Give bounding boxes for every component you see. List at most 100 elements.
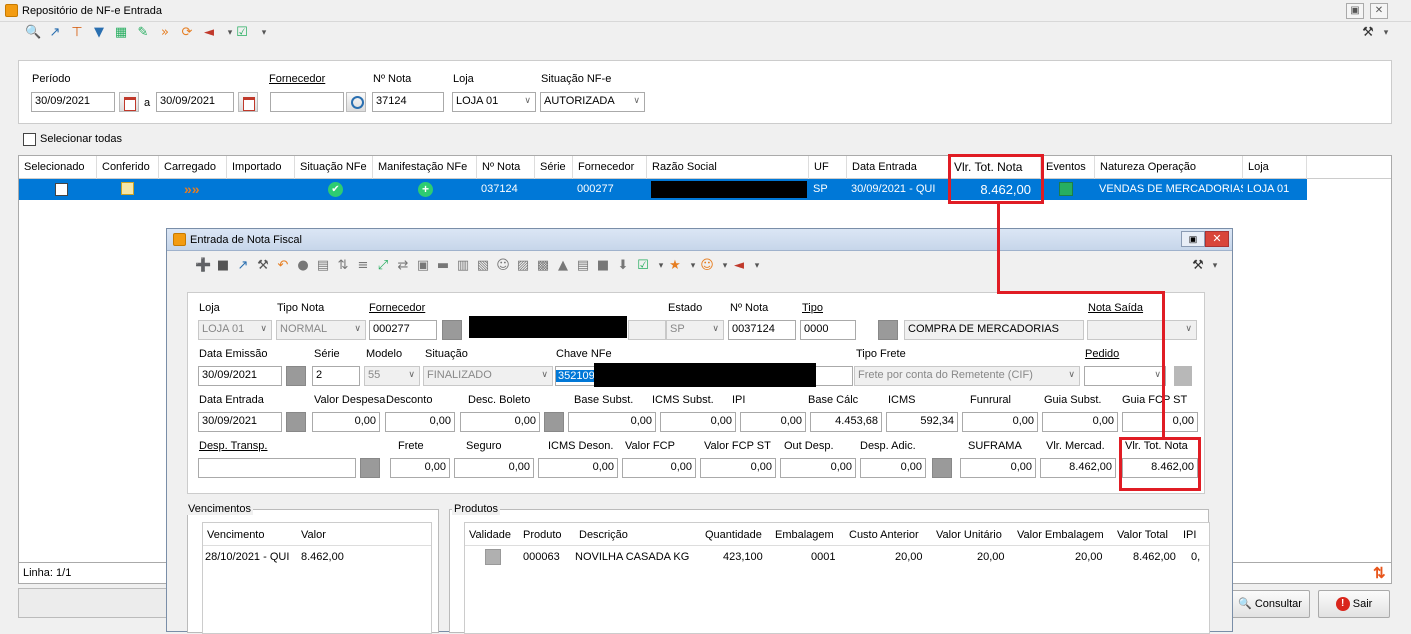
dropdown-icon[interactable]: ▾ [1207, 258, 1223, 274]
col-selecionado[interactable]: Selecionado [19, 156, 97, 179]
dropdown-icon[interactable]: ▾ [256, 25, 272, 41]
col-manifestacao[interactable]: Manifestação NFe [373, 156, 477, 179]
col-carregado[interactable]: Carregado [159, 156, 227, 179]
desconto-input[interactable]: 0,00 [385, 412, 455, 432]
valor-despesa-input[interactable]: 0,00 [312, 412, 380, 432]
export-icon[interactable]: ↗ [235, 258, 251, 274]
desp-adic-input[interactable]: 0,00 [860, 458, 926, 478]
col-valor[interactable]: Valor [301, 529, 326, 541]
col-situacao[interactable]: Situação NFe [295, 156, 373, 179]
check-doc-icon[interactable]: ☑ [635, 258, 651, 274]
download-icon[interactable]: ⬇ [615, 258, 631, 274]
circle-icon[interactable]: ● [295, 258, 311, 274]
out-desp-input[interactable]: 0,00 [780, 458, 856, 478]
edit-icon[interactable]: ✎ [135, 25, 151, 41]
tipo-input[interactable]: 0000 [800, 320, 856, 340]
excel-icon[interactable]: ▦ [113, 25, 129, 41]
col-valor-embalagem[interactable]: Valor Embalagem [1017, 529, 1104, 541]
list-icon[interactable]: ≡ [355, 258, 371, 274]
carregado-icon[interactable]: »» [184, 179, 200, 200]
col-nota[interactable]: Nº Nota [477, 156, 535, 179]
report2-icon[interactable]: ▧ [475, 258, 491, 274]
col-quantidade[interactable]: Quantidade [705, 529, 762, 541]
conferido-icon[interactable] [121, 182, 134, 195]
doc2-icon[interactable]: ▤ [575, 258, 591, 274]
megaphone-icon[interactable]: ◄ [731, 258, 747, 274]
vlr-mercad-input[interactable]: 8.462,00 [1040, 458, 1116, 478]
fornecedor-label[interactable]: Fornecedor [269, 73, 325, 85]
people-icon[interactable]: ☺ [699, 258, 715, 274]
doc-icon[interactable]: ▤ [315, 258, 331, 274]
calendar-icon[interactable] [238, 92, 258, 112]
megaphone-icon[interactable]: ◄ [201, 25, 217, 41]
desp-transp-input[interactable] [198, 458, 356, 478]
gn-icon[interactable]: ▩ [535, 258, 551, 274]
guia-subst-input[interactable]: 0,00 [1042, 412, 1118, 432]
loja-select[interactable]: LOJA 01 [452, 92, 536, 112]
sair-button[interactable]: ! Sair [1318, 590, 1390, 618]
clear-filter-icon[interactable]: ⊤ [69, 25, 85, 41]
frete-input[interactable]: 0,00 [390, 458, 450, 478]
validade-icon[interactable] [485, 549, 501, 565]
warning-icon[interactable]: ▲ [555, 258, 571, 274]
seguro-input[interactable]: 0,00 [454, 458, 534, 478]
col-ipi[interactable]: IPI [1183, 529, 1196, 541]
search-icon[interactable] [346, 92, 366, 112]
nota-saida-select[interactable] [1087, 320, 1197, 340]
consultar-button[interactable]: 🔍 Consultar [1230, 590, 1310, 618]
data-emissao-input[interactable]: 30/09/2021 [198, 366, 282, 386]
fornecedor-label[interactable]: Fornecedor [369, 302, 425, 314]
filter-icon[interactable]: ▼ [91, 25, 107, 41]
forward-icon[interactable]: » [157, 25, 173, 41]
col-embalagem[interactable]: Embalagem [775, 529, 834, 541]
col-data-entrada[interactable]: Data Entrada [847, 156, 949, 179]
award-icon[interactable]: ★ [667, 258, 683, 274]
close-button[interactable]: ✕ [1370, 3, 1388, 19]
tools-icon[interactable]: ⚒ [1360, 25, 1376, 41]
truck-icon[interactable]: ▣ [415, 258, 431, 274]
export-icon[interactable]: ↗ [47, 25, 63, 41]
search-doc-icon[interactable]: 🔍 [25, 25, 41, 41]
valor-fcp-st-input[interactable]: 0,00 [700, 458, 776, 478]
inner-restore-button[interactable]: ▣ [1181, 231, 1205, 247]
boleto-icon[interactable] [544, 412, 564, 432]
guia-fcp-input[interactable]: 0,00 [1122, 412, 1198, 432]
eventos-icon[interactable] [1059, 182, 1073, 196]
valor-fcp-input[interactable]: 0,00 [622, 458, 696, 478]
col-valor-unitario[interactable]: Valor Unitário [936, 529, 1002, 541]
search-icon[interactable] [442, 320, 462, 340]
icms-subst-input[interactable]: 0,00 [660, 412, 736, 432]
shuffle-icon[interactable]: ⇄ [395, 258, 411, 274]
situacao-select[interactable]: AUTORIZADA [540, 92, 645, 112]
ipi-input[interactable]: 0,00 [740, 412, 806, 432]
base-subst-input[interactable]: 0,00 [568, 412, 656, 432]
loja-select[interactable]: LOJA 01 [198, 320, 272, 340]
desp-adic-icon[interactable] [932, 458, 952, 478]
estado-select[interactable]: SP [666, 320, 724, 340]
icms-deson-input[interactable]: 0,00 [538, 458, 618, 478]
col-validade[interactable]: Validade [469, 529, 511, 541]
pedido-select[interactable] [1084, 366, 1166, 386]
icms-input[interactable]: 592,34 [886, 412, 958, 432]
user-icon[interactable]: ☺ [495, 258, 511, 274]
calendar-icon[interactable] [286, 366, 306, 386]
select-all-checkbox[interactable] [23, 133, 36, 146]
fornecedor-input[interactable]: 000277 [369, 320, 437, 340]
base-calc-input[interactable]: 4.453,68 [810, 412, 882, 432]
search-icon[interactable] [360, 458, 380, 478]
search-icon[interactable] [878, 320, 898, 340]
new-icon[interactable]: ➕ [195, 258, 211, 274]
nota-input[interactable]: 37124 [372, 92, 444, 112]
report3-icon[interactable]: ▨ [515, 258, 531, 274]
data-entrada-input[interactable]: 30/09/2021 [198, 412, 282, 432]
serie-input[interactable]: 2 [312, 366, 360, 386]
report-icon[interactable]: ▥ [455, 258, 471, 274]
col-serie[interactable]: Série [535, 156, 573, 179]
desc-boleto-input[interactable]: 0,00 [460, 412, 540, 432]
modelo-select[interactable]: 55 [364, 366, 420, 386]
date-to-input[interactable]: 30/09/2021 [156, 92, 234, 112]
col-razao[interactable]: Razão Social [647, 156, 809, 179]
calendar-icon[interactable] [119, 92, 139, 112]
calendar-icon[interactable] [286, 412, 306, 432]
tipo-nota-select[interactable]: NORMAL [276, 320, 366, 340]
